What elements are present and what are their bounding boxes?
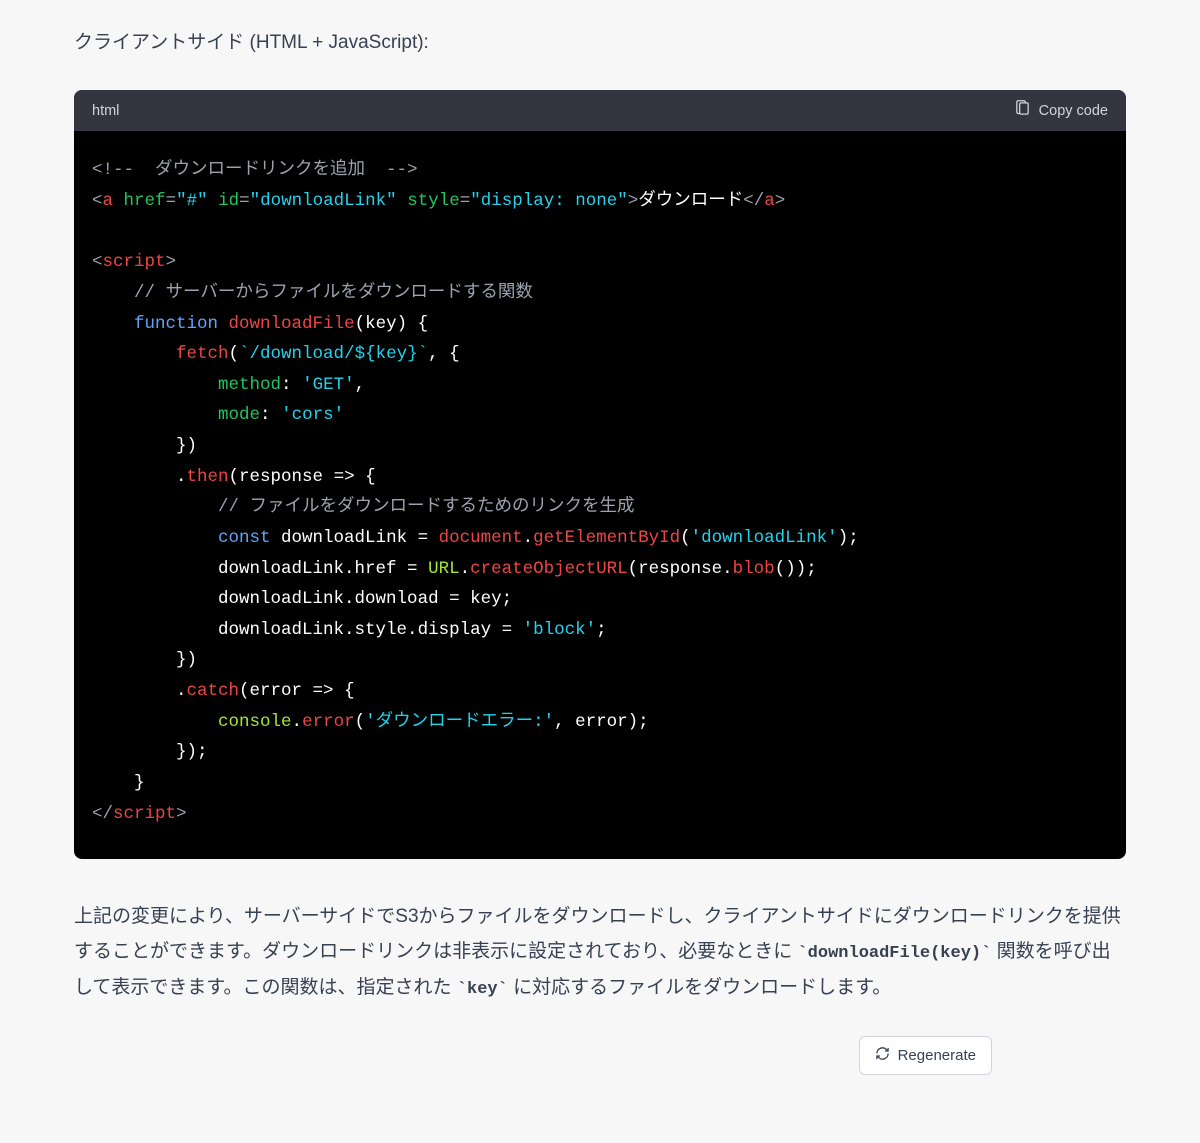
code-content[interactable]: <!-- ダウンロードリンクを追加 --> <a href="#" id="do… <box>74 131 1126 859</box>
refresh-icon <box>875 1046 890 1065</box>
copy-code-button[interactable]: Copy code <box>1014 100 1108 121</box>
intro-text: クライアントサイド (HTML + JavaScript): <box>74 28 1126 58</box>
code-block: html Copy code <!-- ダウンロードリンクを追加 --> <a … <box>74 90 1126 859</box>
regenerate-label: Regenerate <box>898 1047 976 1064</box>
inline-code: `key` <box>457 980 508 999</box>
chat-response: クライアントサイド (HTML + JavaScript): html Copy… <box>0 0 1200 1065</box>
code-header: html Copy code <box>74 90 1126 131</box>
inline-code: `downloadFile(key)` <box>797 944 991 963</box>
regenerate-button[interactable]: Regenerate <box>859 1036 992 1075</box>
copy-code-label: Copy code <box>1039 103 1108 119</box>
clipboard-icon <box>1014 100 1031 121</box>
outro-text: 上記の変更により、サーバーサイドでS3からファイルをダウンロードし、クライアント… <box>74 899 1126 1005</box>
code-language-label: html <box>92 103 119 119</box>
